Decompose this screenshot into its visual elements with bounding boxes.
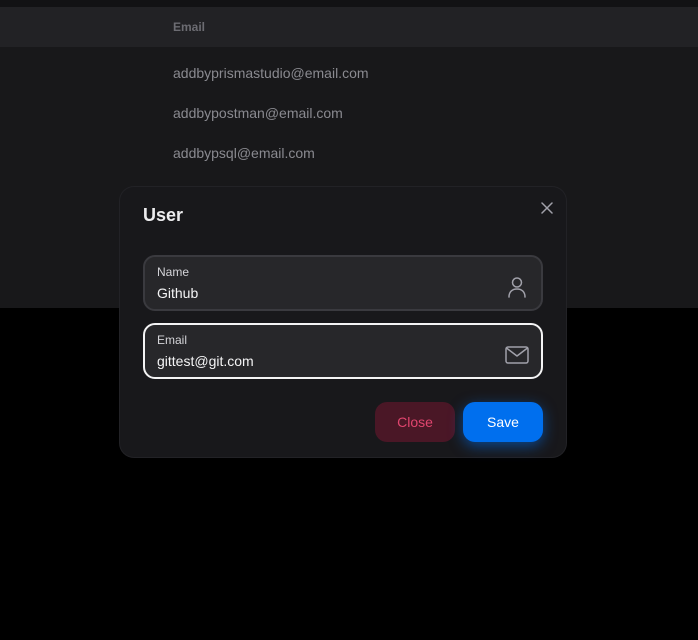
close-icon[interactable] bbox=[538, 199, 556, 217]
modal-title: User bbox=[143, 205, 184, 225]
email-field-label: Email bbox=[157, 333, 188, 347]
mail-icon bbox=[505, 343, 529, 367]
user-icon bbox=[505, 275, 529, 299]
name-field-label: Name bbox=[157, 265, 190, 279]
close-button[interactable]: Close bbox=[375, 402, 455, 442]
name-field[interactable]: Name bbox=[143, 255, 543, 311]
save-button[interactable]: Save bbox=[463, 402, 543, 442]
user-modal: User Name Email Close Save bbox=[120, 187, 566, 457]
email-input[interactable] bbox=[157, 351, 487, 371]
name-input[interactable] bbox=[157, 283, 487, 303]
email-field[interactable]: Email bbox=[143, 323, 543, 379]
